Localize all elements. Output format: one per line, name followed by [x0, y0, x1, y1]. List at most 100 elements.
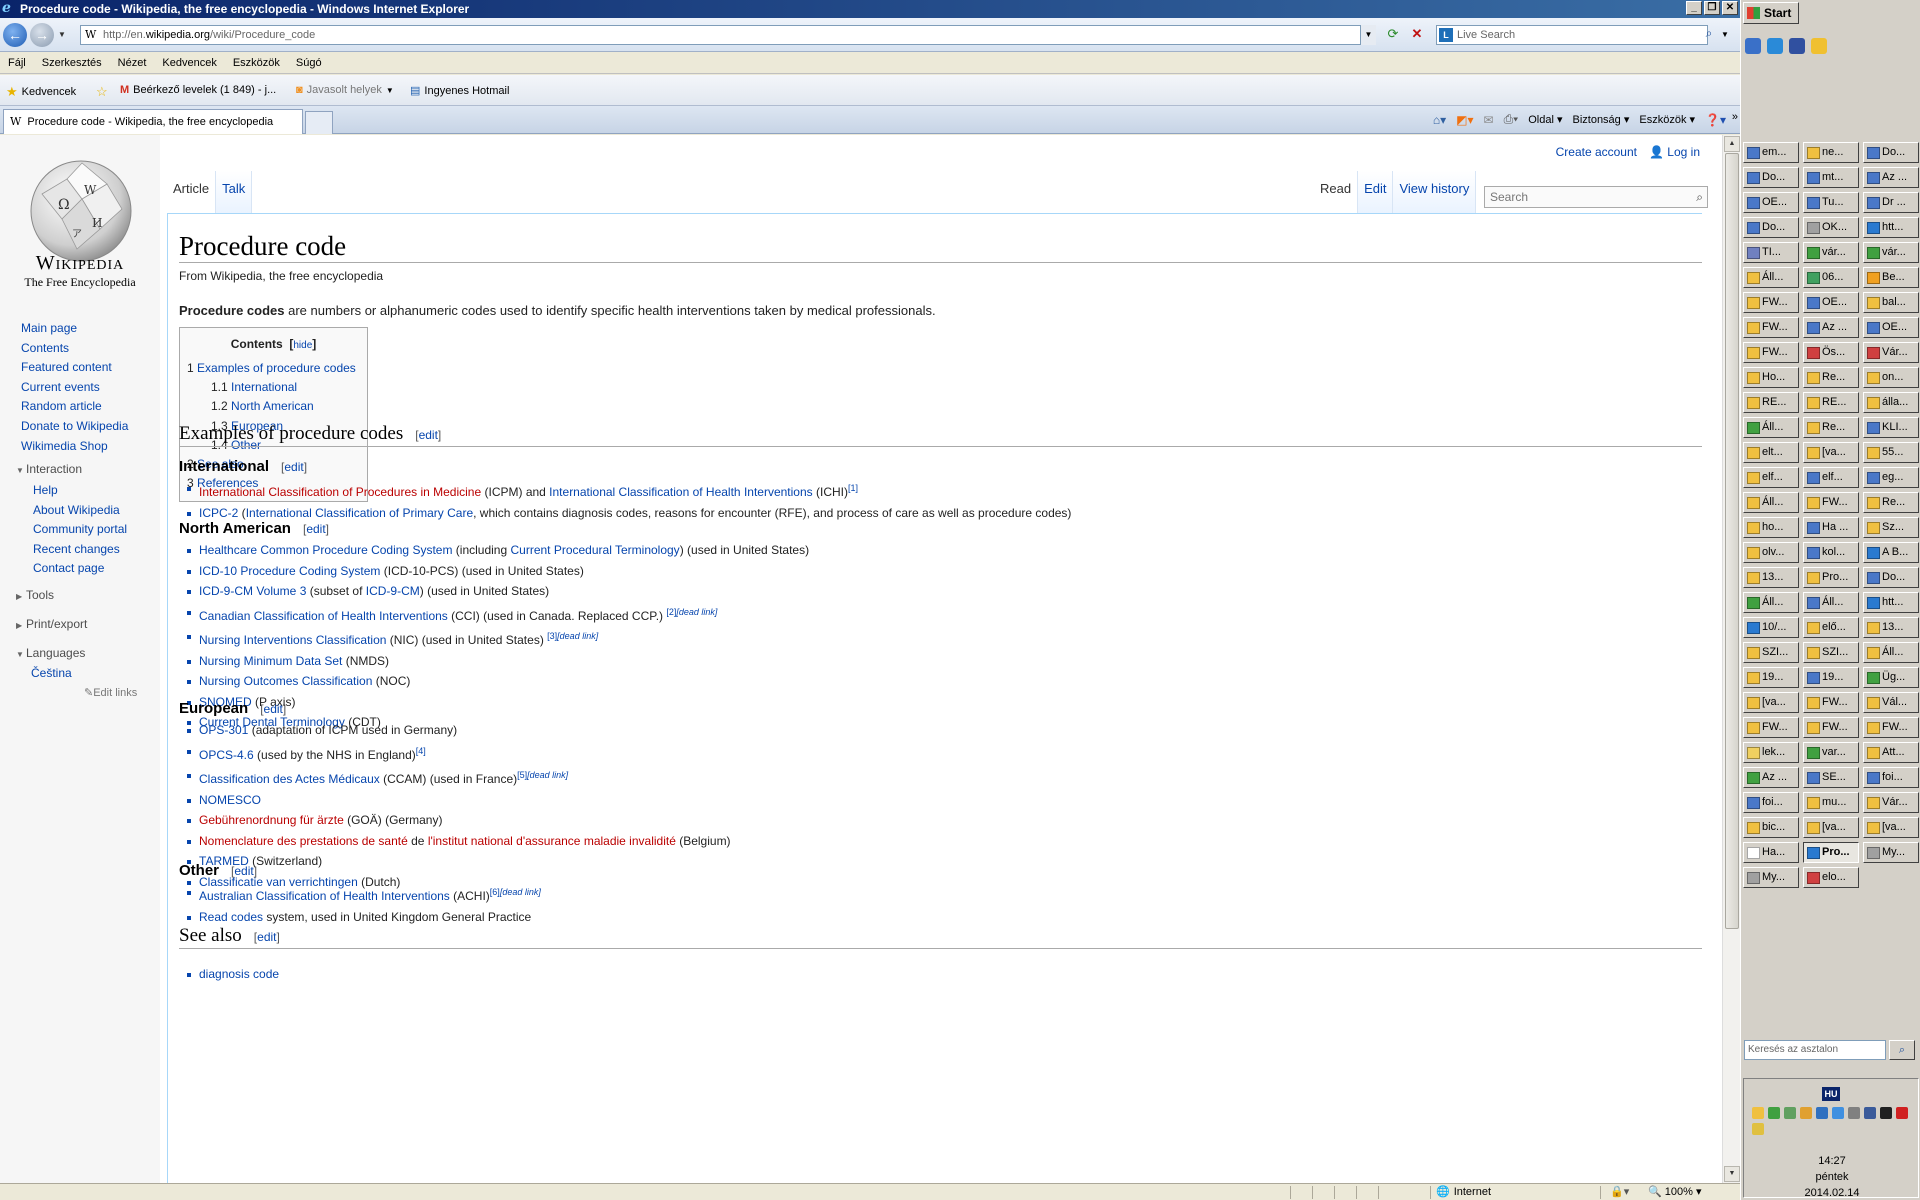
tools-heading[interactable]: ▶ Tools	[16, 588, 54, 602]
taskbar-window-button[interactable]: FW...	[1803, 692, 1859, 713]
search-icon[interactable]: ⌕	[1696, 187, 1703, 207]
taskbar-window-button[interactable]: Do...	[1743, 217, 1799, 238]
recent-pages-dropdown-icon[interactable]: ▼	[58, 30, 66, 39]
tray-app-icon[interactable]	[1800, 1107, 1812, 1119]
taskbar-window-button[interactable]: FW...	[1803, 492, 1859, 513]
taskbar-window-button[interactable]: Áll...	[1803, 592, 1859, 613]
wikipedia-globe-logo[interactable]: Ω W И ア	[22, 149, 140, 267]
taskbar-window-button[interactable]: Dr ...	[1863, 192, 1919, 213]
create-account-link[interactable]: Create account	[1556, 145, 1637, 159]
article-link[interactable]: Classification des Actes Médicaux	[199, 772, 380, 786]
taskbar-window-button[interactable]: KLI...	[1863, 417, 1919, 438]
menu-view[interactable]: Nézet	[118, 57, 147, 69]
taskbar-window-button[interactable]: Áll...	[1743, 267, 1799, 288]
taskbar-window-button[interactable]: FW...	[1743, 342, 1799, 363]
taskbar-window-button[interactable]: htt...	[1863, 592, 1919, 613]
edit-section-link[interactable]: [edit]	[260, 702, 286, 716]
taskbar-window-button[interactable]: RE...	[1743, 392, 1799, 413]
restore-button[interactable]: ❐	[1704, 1, 1720, 15]
quick-launch-folder-icon[interactable]	[1811, 38, 1827, 54]
quick-launch-icon[interactable]	[1745, 38, 1761, 54]
citation-link[interactable]: [5]	[517, 770, 527, 780]
taskbar-window-button[interactable]: My...	[1743, 867, 1799, 888]
taskbar-window-button[interactable]: SZI...	[1803, 642, 1859, 663]
taskbar-window-button[interactable]: SE...	[1803, 767, 1859, 788]
taskbar-window-button[interactable]: Re...	[1863, 492, 1919, 513]
toc-item[interactable]: 1.1 International	[187, 378, 360, 397]
security-zone[interactable]: 🌐 Internet	[1436, 1185, 1491, 1199]
citation-link[interactable]: [6]	[490, 887, 500, 897]
nav-community-portal[interactable]: Community portal	[33, 520, 127, 540]
taskbar-window-button[interactable]: Do...	[1743, 167, 1799, 188]
article-link[interactable]: Read codes	[199, 910, 263, 924]
search-go-icon[interactable]: ⌕	[1700, 26, 1718, 44]
article-link[interactable]: NOMESCO	[199, 793, 261, 807]
live-search-input[interactable]: L Live Search	[1436, 25, 1708, 45]
taskbar-window-button[interactable]: elf...	[1803, 467, 1859, 488]
tray-app-icon[interactable]	[1784, 1107, 1796, 1119]
article-link[interactable]: Nursing Minimum Data Set	[199, 654, 342, 668]
taskbar-window-button[interactable]: Ha ...	[1803, 517, 1859, 538]
taskbar-window-button[interactable]: ne...	[1803, 142, 1859, 163]
favorite-hotmail[interactable]: ▤ Ingyenes Hotmail	[410, 84, 509, 98]
see-also-link[interactable]: diagnosis code	[199, 967, 279, 981]
taskbar-window-button[interactable]: eg...	[1863, 467, 1919, 488]
edit-section-link[interactable]: [edit]	[303, 522, 329, 536]
taskbar-window-button[interactable]: Áll...	[1743, 492, 1799, 513]
taskbar-window-button[interactable]: 19...	[1743, 667, 1799, 688]
nav-help[interactable]: Help	[33, 481, 127, 501]
article-link[interactable]: Canadian Classification of Health Interv…	[199, 609, 448, 623]
nav-about-wikipedia[interactable]: About Wikipedia	[33, 501, 127, 521]
chevron-more-icon[interactable]: »	[1732, 111, 1738, 123]
menu-help[interactable]: Súgó	[296, 57, 322, 69]
dead-link-note[interactable]: [dead link]	[500, 887, 541, 897]
taskbar-window-button[interactable]: elt...	[1743, 442, 1799, 463]
taskbar-window-button[interactable]: OE...	[1743, 192, 1799, 213]
taskbar-window-button[interactable]: FW...	[1803, 717, 1859, 738]
lang-czech[interactable]: Čeština	[31, 664, 72, 684]
taskbar-window-button[interactable]: Az ...	[1803, 317, 1859, 338]
taskbar-window-button[interactable]: on...	[1863, 367, 1919, 388]
citation-link[interactable]: [1]	[848, 483, 858, 493]
taskbar-window-button[interactable]: htt...	[1863, 217, 1919, 238]
citation-link[interactable]: [4]	[416, 746, 426, 756]
close-button[interactable]: ✕	[1722, 1, 1738, 15]
taskbar-window-button[interactable]: Áll...	[1743, 417, 1799, 438]
tab-procedure-code[interactable]: W Procedure code - Wikipedia, the free e…	[3, 109, 303, 134]
article-link[interactable]: Nursing Interventions Classification	[199, 633, 386, 647]
window-titlebar[interactable]: e Procedure code - Wikipedia, the free e…	[0, 0, 1740, 18]
taskbar-window-button[interactable]: Re...	[1803, 417, 1859, 438]
print-icon[interactable]: ⎙▾	[1504, 112, 1519, 127]
taskbar-window-button[interactable]: em...	[1743, 142, 1799, 163]
article-link[interactable]: International Classification of Health I…	[549, 485, 812, 499]
taskbar-window-button[interactable]: vár...	[1863, 242, 1919, 263]
nav-main-page[interactable]: Main page	[21, 319, 128, 339]
taskbar-window-button[interactable]: FW...	[1743, 317, 1799, 338]
help-icon[interactable]: ❓▾	[1705, 113, 1726, 127]
taskbar-window-button[interactable]: Do...	[1863, 567, 1919, 588]
taskbar-window-button[interactable]: Sz...	[1863, 517, 1919, 538]
tray-app-icon[interactable]	[1832, 1107, 1844, 1119]
taskbar-window-button[interactable]: kol...	[1803, 542, 1859, 563]
article-link[interactable]: Healthcare Common Procedure Coding Syste…	[199, 543, 452, 557]
back-button[interactable]: ←	[3, 23, 27, 47]
taskbar-window-button[interactable]: Az ...	[1743, 767, 1799, 788]
search-options-dropdown-icon[interactable]: ▼	[1718, 26, 1732, 44]
print-export-heading[interactable]: ▶ Print/export	[16, 617, 87, 631]
taskbar-window-button[interactable]: FW...	[1743, 717, 1799, 738]
taskbar-window-button[interactable]: 10/...	[1743, 617, 1799, 638]
toc-item[interactable]: 1.2 North American	[187, 397, 360, 416]
favorite-gmail[interactable]: M Beérkező levelek (1 849) - j...	[120, 84, 276, 96]
article-link[interactable]: ICD-9-CM	[366, 584, 420, 598]
taskbar-window-button[interactable]: var...	[1803, 742, 1859, 763]
taskbar-window-button[interactable]: Vál...	[1863, 692, 1919, 713]
nav-contents[interactable]: Contents	[21, 339, 128, 359]
favorite-suggested-sites[interactable]: ◙ Javasolt helyek ▼	[296, 84, 394, 96]
taskbar-window-button[interactable]: SZI...	[1743, 642, 1799, 663]
tab-talk[interactable]: Talk	[216, 171, 253, 213]
desktop-search-button[interactable]: ⌕	[1889, 1040, 1915, 1060]
taskbar-window-button[interactable]: [va...	[1743, 692, 1799, 713]
article-link[interactable]: OPS-301	[199, 723, 248, 737]
taskbar-window-button[interactable]: Ha...	[1743, 842, 1799, 863]
clock-time[interactable]: 14:27	[1744, 1155, 1920, 1167]
